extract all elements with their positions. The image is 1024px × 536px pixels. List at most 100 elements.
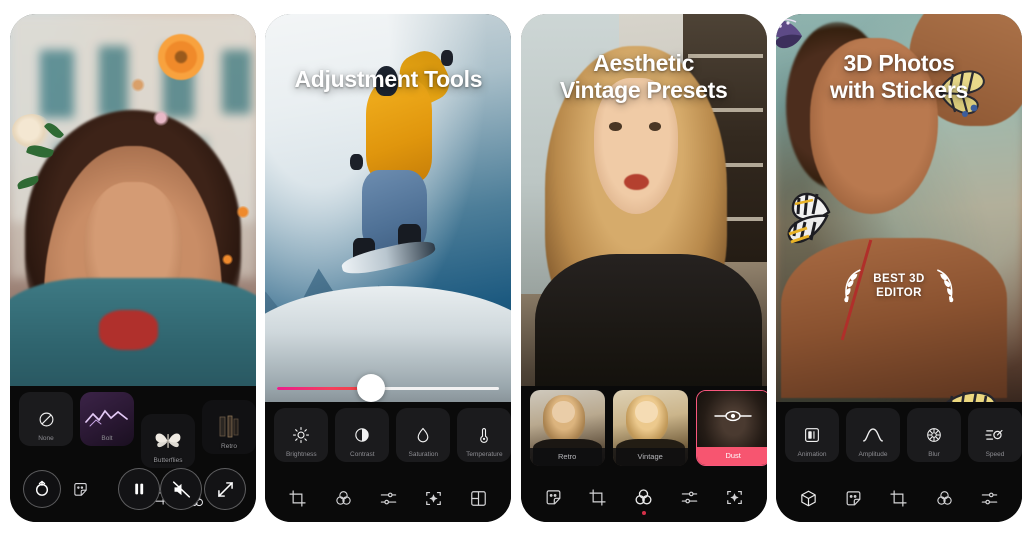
mute-icon [171, 479, 192, 500]
badge-line-1: BEST 3D [873, 272, 925, 285]
panel-adjustment-tray: Brightness Contrast Saturation Temperatu… [265, 402, 512, 522]
flower-sticker-small [130, 78, 145, 92]
adjustment-slider[interactable] [277, 374, 500, 402]
headline-line-1: 3D Photos [843, 50, 955, 76]
nav-crop[interactable] [288, 489, 307, 508]
tool-chip-animation[interactable]: Animation [784, 408, 839, 462]
preset-label: Retro [529, 448, 605, 466]
badge-text: BEST 3D EDITOR [873, 272, 924, 301]
preset-row: Retro Vintage Dust [521, 390, 767, 466]
subject-shoulder [780, 238, 1008, 398]
preset-label: Vintage [612, 448, 688, 466]
panel-presets-tray: Retro Vintage Dust [520, 386, 767, 522]
effect-chip-bolt[interactable]: Bolt [80, 392, 134, 446]
effect-chip-label: Bolt [101, 435, 113, 442]
snowboarder [339, 44, 457, 298]
nav-filters[interactable] [633, 487, 654, 515]
nav-crop[interactable] [889, 489, 908, 508]
subject-scarf [98, 310, 158, 350]
flower-sticker-large [157, 34, 204, 80]
blur-icon [925, 426, 943, 444]
effect-chip-label: Retro [221, 443, 237, 450]
panel-effects-photo [10, 14, 256, 414]
panel-presets-headline: Aesthetic Vintage Presets [521, 50, 767, 104]
tool-chip-amplitude[interactable]: Amplitude [845, 408, 900, 462]
panel-adjustment-navbar [265, 489, 511, 508]
nav-adjust[interactable] [379, 489, 398, 508]
panel-adjustment-photo: Adjustment Tools [265, 14, 512, 414]
preset-vintage[interactable]: Vintage [612, 390, 688, 466]
pause-button[interactable] [118, 468, 160, 510]
thermometer-icon [475, 426, 493, 444]
amplitude-wave-icon [862, 426, 884, 444]
rotate-button[interactable] [23, 470, 61, 508]
flower-sticker-small [221, 254, 233, 265]
nav-filters[interactable] [334, 489, 353, 508]
nav-effects[interactable] [725, 488, 744, 507]
adjust-chip-saturation[interactable]: Saturation [396, 408, 451, 462]
lightning-bolt-icon [84, 406, 130, 432]
best-3d-editor-badge: BEST 3D EDITOR [840, 266, 957, 306]
nav-adjust[interactable] [680, 488, 699, 507]
app-screenshot: None Bolt Butterflies Retro Adjustment T… [0, 0, 1024, 536]
tool-chip-label: Amplitude [858, 451, 888, 458]
adjust-chip-label: Brightness [285, 451, 317, 458]
panel-3d-photo: 3D Photos with Stickers BEST 3D EDITOR [775, 14, 1022, 414]
effect-chip-none[interactable]: None [19, 392, 73, 446]
tool-chip-blur[interactable]: Blur [906, 408, 961, 462]
nav-sticker[interactable] [844, 489, 863, 508]
active-indicator-dot [641, 511, 646, 515]
effect-chip-label: None [38, 435, 54, 442]
animation-panel-icon [803, 426, 821, 444]
nav-crop[interactable] [588, 488, 607, 507]
headline-line-1: Aesthetic [593, 50, 695, 76]
expand-button[interactable] [204, 468, 246, 510]
speed-icon [985, 426, 1005, 444]
butterfly-icon [153, 429, 183, 453]
adjust-chip-label: Saturation [408, 451, 439, 458]
rotate-icon [32, 479, 52, 499]
mute-button[interactable] [160, 468, 202, 510]
pause-icon [129, 479, 149, 499]
panel-adjustment-headline: Adjustment Tools [294, 66, 483, 92]
adjustment-chip-row: Brightness Contrast Saturation Temperatu… [265, 408, 512, 462]
expand-arrows-icon [215, 479, 236, 500]
adjust-chip-contrast[interactable]: Contrast [335, 408, 390, 462]
droplet-icon [414, 426, 432, 444]
nav-filters[interactable] [935, 489, 954, 508]
adjust-chip-label: Contrast [350, 451, 375, 458]
panel-effects-tray: None Bolt Butterflies Retro [10, 386, 256, 522]
panel-presets-photo: Aesthetic Vintage Presets [520, 14, 767, 414]
subject-lips [623, 174, 649, 190]
slider-thumb[interactable] [357, 374, 386, 402]
panel-3d: 3D Photos with Stickers BEST 3D EDITOR A… [775, 14, 1022, 522]
nav-collage[interactable] [469, 489, 488, 508]
preset-label: Dust [696, 447, 767, 465]
nav-sticker[interactable] [544, 488, 563, 507]
butterfly-sticker [775, 14, 836, 54]
effect-chip-retro[interactable]: Retro [202, 400, 256, 454]
panel-adjustment: Adjustment Tools Brightness Contrast Sat… [265, 14, 512, 522]
retro-frame-icon [215, 414, 243, 440]
playback-controls [10, 458, 256, 516]
sticker-button[interactable] [72, 481, 89, 498]
no-effect-icon [38, 411, 55, 428]
nav-effects[interactable] [424, 489, 443, 508]
adjust-chip-brightness[interactable]: Brightness [274, 408, 329, 462]
headline-line-2: Vintage Presets [559, 77, 728, 104]
nav-adjust[interactable] [980, 489, 999, 508]
preset-dust[interactable]: Dust [695, 390, 767, 466]
laurel-wreath-icon [840, 266, 866, 306]
headline-line-2: with Stickers [829, 77, 968, 104]
nav-3d[interactable] [799, 489, 818, 508]
tool-chip-label: Animation [797, 451, 827, 458]
preset-retro[interactable]: Retro [529, 390, 605, 466]
panel-presets: Aesthetic Vintage Presets Retro Vintage … [520, 14, 767, 522]
panel-presets-navbar [521, 487, 767, 515]
effects-chip-row: None Bolt Butterflies Retro [10, 392, 256, 468]
adjust-chip-temperature[interactable]: Temperature [457, 408, 512, 462]
tool-chip-speed[interactable]: Speed [967, 408, 1022, 462]
panel-effects: None Bolt Butterflies Retro [10, 14, 256, 522]
butterfly-sticker [783, 182, 863, 260]
slider-fill [277, 387, 364, 390]
